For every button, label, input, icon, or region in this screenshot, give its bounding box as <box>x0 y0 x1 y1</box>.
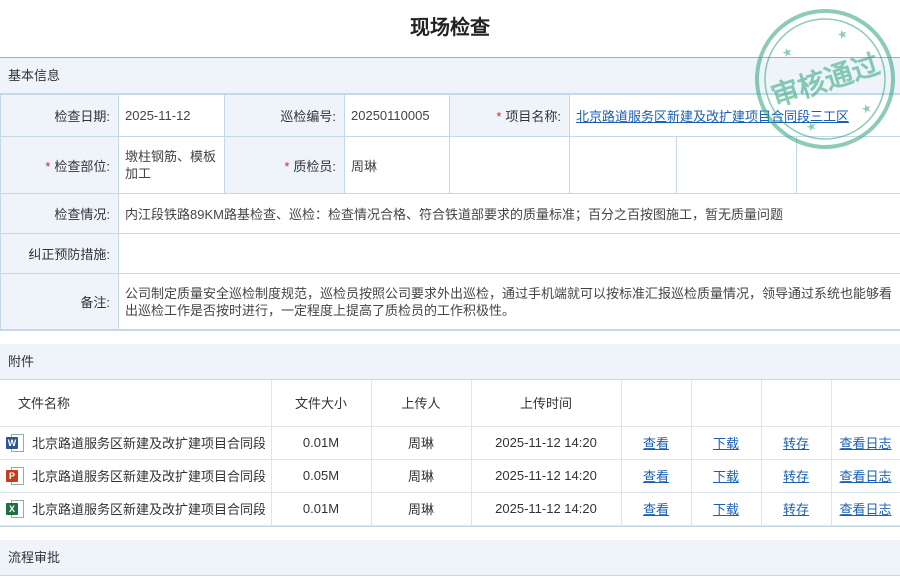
page-title: 现场检查 <box>0 0 900 58</box>
attachments-header-row: 文件名称 文件大小 上传人 上传时间 <box>0 380 900 427</box>
file-upload-time: 2025-11-12 14:20 <box>471 459 622 493</box>
inspector-label: * 质检员: <box>224 136 345 194</box>
download-link[interactable]: 下载 <box>713 502 739 517</box>
file-name-cell: P 北京路道服务区新建及改扩建项目合同段 <box>0 459 272 493</box>
patrol-no-value: 20250110005 <box>344 94 450 137</box>
view-log-link[interactable]: 查看日志 <box>839 502 891 517</box>
table-row: W 北京路道服务区新建及改扩建项目合同段 0.01M 周琳 2025-11-12 … <box>0 426 900 460</box>
file-name-cell: X 北京路道服务区新建及改扩建项目合同段 <box>0 492 272 526</box>
inspector-value: 周琳 <box>344 136 450 194</box>
excel-file-icon: X <box>6 499 24 519</box>
column-header-action <box>621 380 692 427</box>
file-uploader: 周琳 <box>371 459 472 493</box>
file-size: 0.01M <box>271 426 372 460</box>
view-log-link[interactable]: 查看日志 <box>839 469 891 484</box>
file-name: 北京路道服务区新建及改扩建项目合同段 <box>32 502 265 517</box>
column-header-action <box>761 380 832 427</box>
section-header-attachments: 附件 <box>0 344 900 380</box>
check-part-label: * 检查部位: <box>0 136 119 194</box>
check-date-value: 2025-11-12 <box>118 94 225 137</box>
check-situation-value: 内江段铁路89KM路基检查、巡检：检查情况合格、符合铁道部要求的质量标准；百分之… <box>117 193 900 234</box>
empty-cell <box>569 136 677 194</box>
check-part-value: 墩柱钢筋、模板加工 <box>118 136 225 194</box>
table-row: P 北京路道服务区新建及改扩建项目合同段 0.05M 周琳 2025-11-12 … <box>0 459 900 493</box>
basic-info-form: 检查日期: 2025-11-12 巡检编号: 20250110005 * 项目名称… <box>0 94 900 330</box>
table-row: X 北京路道服务区新建及改扩建项目合同段 0.01M 周琳 2025-11-12 … <box>0 492 900 526</box>
file-name: 北京路道服务区新建及改扩建项目合同段 <box>32 436 265 451</box>
empty-cell <box>676 136 797 194</box>
corrective-measures-value <box>117 233 900 274</box>
save-to-link[interactable]: 转存 <box>783 436 809 451</box>
attachments-table: 文件名称 文件大小 上传人 上传时间 W 北京路道服务区新建及改扩建项目合同段 0… <box>0 380 900 526</box>
file-upload-time: 2025-11-12 14:20 <box>471 492 622 526</box>
column-header-file-name: 文件名称 <box>0 380 272 427</box>
corrective-measures-label: 纠正预防措施: <box>0 233 119 274</box>
check-situation-label: 检查情况: <box>0 193 119 234</box>
save-to-link[interactable]: 转存 <box>783 469 809 484</box>
required-mark: * <box>45 158 51 174</box>
word-file-icon: W <box>6 433 24 453</box>
download-link[interactable]: 下载 <box>713 469 739 484</box>
patrol-no-label: 巡检编号: <box>224 94 345 137</box>
powerpoint-file-icon: P <box>6 466 24 486</box>
required-mark: * <box>284 158 290 174</box>
project-name-link-cell: 北京路道服务区新建及改扩建项目合同段三工区 <box>568 94 900 137</box>
required-mark: * <box>496 109 502 124</box>
file-uploader: 周琳 <box>371 492 472 526</box>
file-upload-time: 2025-11-12 14:20 <box>471 426 622 460</box>
empty-cell <box>795 136 900 194</box>
column-header-upload-time: 上传时间 <box>471 380 622 427</box>
check-date-label: 检查日期: <box>0 94 119 137</box>
file-size: 0.05M <box>271 459 372 493</box>
file-uploader: 周琳 <box>371 426 472 460</box>
save-to-link[interactable]: 转存 <box>783 502 809 517</box>
section-divider <box>0 330 900 344</box>
column-header-action <box>831 380 900 427</box>
project-name-label: * 项目名称: <box>449 94 570 137</box>
view-link[interactable]: 查看 <box>643 436 669 451</box>
view-link[interactable]: 查看 <box>643 502 669 517</box>
remark-value: 公司制定质量安全巡检制度规范，巡检员按照公司要求外出巡检，通过手机端就可以按标准… <box>117 273 900 330</box>
section-header-basic-info: 基本信息 <box>0 58 900 94</box>
project-name-link[interactable]: 北京路道服务区新建及改扩建项目合同段三工区 <box>576 109 849 124</box>
file-size: 0.01M <box>271 492 372 526</box>
view-link[interactable]: 查看 <box>643 469 669 484</box>
file-name: 北京路道服务区新建及改扩建项目合同段 <box>32 469 265 484</box>
file-name-cell: W 北京路道服务区新建及改扩建项目合同段 <box>0 426 272 460</box>
view-log-link[interactable]: 查看日志 <box>839 436 891 451</box>
column-header-action <box>691 380 762 427</box>
section-divider <box>0 525 900 540</box>
section-header-workflow: 流程审批 <box>0 539 900 576</box>
column-header-uploader: 上传人 <box>371 380 472 427</box>
empty-cell <box>449 136 570 194</box>
column-header-file-size: 文件大小 <box>271 380 372 427</box>
remark-label: 备注: <box>0 273 119 330</box>
download-link[interactable]: 下载 <box>713 436 739 451</box>
